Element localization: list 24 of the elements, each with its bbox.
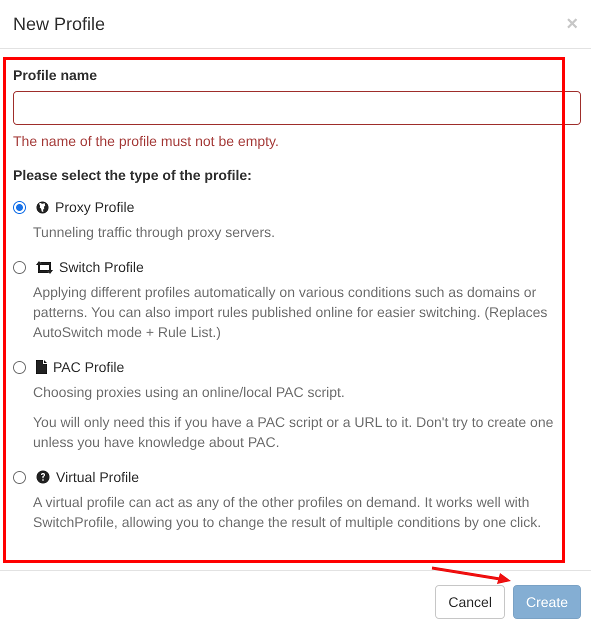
radio-button[interactable] xyxy=(13,360,26,374)
profile-name-field[interactable] xyxy=(13,91,581,125)
option-description: A virtual profile can act as any of the other profiles on demand. It works well with SwitchProfile, allowing you to change the result of multiple conditions by one click. xyxy=(32,493,542,532)
radio-button[interactable] xyxy=(13,470,26,484)
cancel-button[interactable]: Cancel xyxy=(435,585,505,619)
option-description: Tunneling traffic through proxy servers. xyxy=(32,223,276,242)
radio-button[interactable] xyxy=(13,200,26,214)
question-icon xyxy=(36,470,50,484)
option-description: You will only need this if you have a PAC script or a URL to it. Don't try to create one unless you have knowledge about PAC. xyxy=(32,413,554,452)
radio-button[interactable] xyxy=(13,260,26,274)
option-label[interactable]: Virtual Profile xyxy=(56,467,140,487)
option-label[interactable]: Switch Profile xyxy=(59,257,144,277)
retweet-icon xyxy=(36,260,53,274)
dialog-title: New Profile xyxy=(13,12,106,36)
section-label: Please select the type of the profile: xyxy=(13,166,253,185)
error-message: The name of the profile must not be empty. xyxy=(13,132,280,151)
option-label[interactable]: PAC Profile xyxy=(53,357,124,377)
option-description: Choosing proxies using an online/local PAC script. xyxy=(32,383,346,402)
option-description: Applying different profiles automatically on various conditions such as domains or patterns. You can also import rules published online for easier switching. (Replaces AutoSwitch mode + Rule List.) xyxy=(32,283,548,342)
globe-icon xyxy=(36,200,49,214)
option-label[interactable]: Proxy Profile xyxy=(55,197,134,217)
arrow-icon xyxy=(430,566,512,584)
field-label: Profile name xyxy=(13,66,98,85)
file-icon xyxy=(36,360,47,374)
